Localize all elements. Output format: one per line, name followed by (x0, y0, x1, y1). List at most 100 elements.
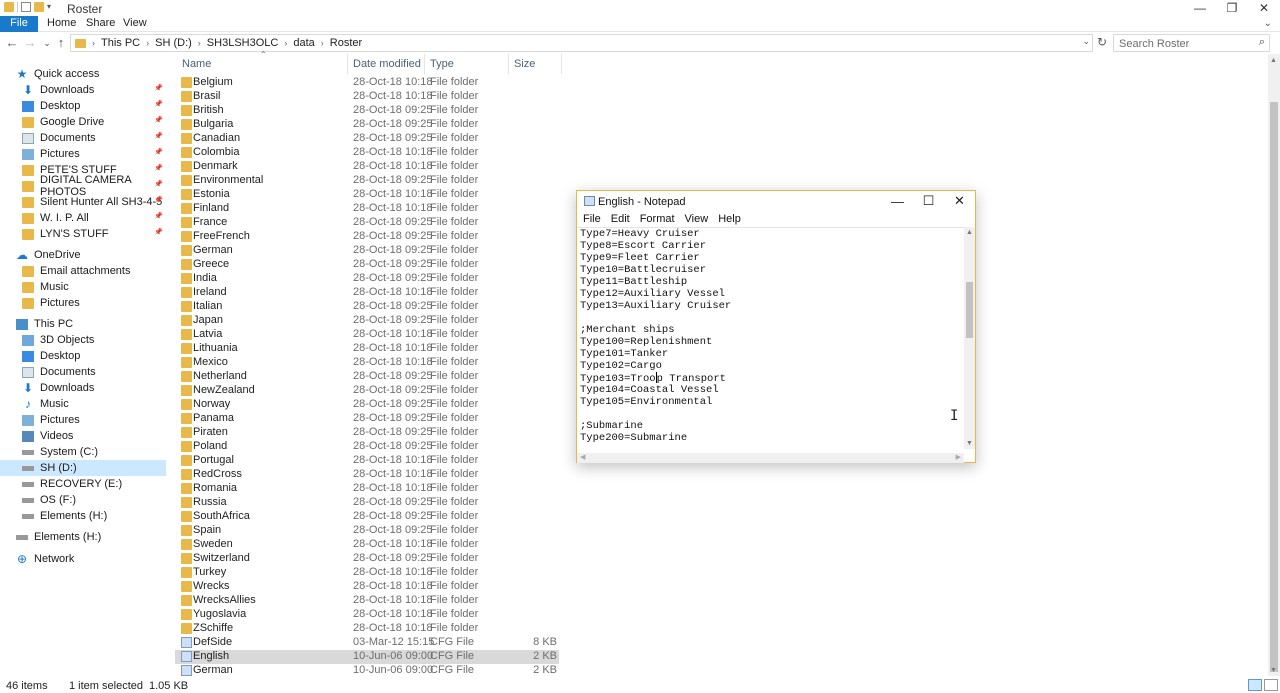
sidebar-item[interactable]: Videos (0, 428, 166, 444)
sidebar-item[interactable]: Pictures (0, 412, 166, 428)
table-row[interactable]: Canadian 28-Oct-18 09:25 File folder (175, 132, 559, 146)
breadcrumb-sh3lsh3olc[interactable]: SH3LSH3OLC (207, 37, 279, 49)
sidebar-item[interactable]: Documents 📌 (0, 130, 166, 146)
column-name[interactable]: Name (182, 58, 211, 70)
address-dropdown-icon[interactable]: ⌄ (1082, 36, 1090, 47)
table-row[interactable]: Mexico 28-Oct-18 10:18 File folder (175, 356, 559, 370)
sidebar-item[interactable]: RECOVERY (E:) (0, 476, 166, 492)
notepad-minimize-button[interactable]: — (882, 191, 913, 211)
table-row[interactable]: English 10-Jun-06 09:00 CFG File 2 KB (175, 650, 559, 664)
large-icons-view-button[interactable] (1264, 679, 1278, 691)
sidebar-item[interactable]: Elements (H:) (0, 508, 166, 524)
table-row[interactable]: FreeFrench 28-Oct-18 09:25 File folder (175, 230, 559, 244)
menu-help[interactable]: Help (718, 213, 741, 225)
table-row[interactable]: Brasil 28-Oct-18 10:18 File folder (175, 90, 559, 104)
scroll-down-icon[interactable]: ▼ (966, 440, 973, 447)
column-divider[interactable] (347, 54, 348, 74)
expand-ribbon-icon[interactable]: ⌄ (1264, 18, 1272, 29)
forward-button[interactable]: → (22, 35, 38, 51)
table-row[interactable]: Japan 28-Oct-18 09:25 File folder (175, 314, 559, 328)
sidebar-item[interactable]: ☁ OneDrive (0, 247, 166, 263)
sidebar-item[interactable]: DIGITAL CAMERA PHOTOS 📌 (0, 174, 166, 198)
breadcrumb-roster[interactable]: Roster (330, 37, 362, 49)
sidebar-item[interactable]: ⬇ Downloads (0, 380, 166, 396)
table-row[interactable]: Netherland 28-Oct-18 09:25 File folder (175, 370, 559, 384)
address-bar[interactable]: › This PC › SH (D:) › SH3LSH3OLC › data … (70, 34, 1093, 52)
sidebar-item[interactable]: Documents (0, 364, 166, 380)
breadcrumb-this-pc[interactable]: This PC (101, 37, 140, 49)
maximize-button[interactable]: ❐ (1216, 0, 1248, 16)
scrollbar-thumb[interactable] (1270, 102, 1278, 672)
tab-view[interactable]: View (123, 16, 147, 32)
table-row[interactable]: Colombia 28-Oct-18 10:18 File folder (175, 146, 559, 160)
scroll-up-icon[interactable]: ▲ (966, 229, 973, 236)
table-row[interactable]: ZSchiffe 28-Oct-18 10:18 File folder (175, 622, 559, 636)
sidebar-item[interactable]: ♪ Music (0, 396, 166, 412)
sidebar-item[interactable]: ★ Quick access (0, 66, 166, 82)
minimize-button[interactable]: — (1184, 0, 1216, 16)
details-view-button[interactable] (1248, 679, 1262, 691)
notepad-maximize-button[interactable]: ☐ (913, 191, 944, 211)
breadcrumb-sh-drive[interactable]: SH (D:) (155, 37, 192, 49)
notepad-vertical-scrollbar[interactable]: ▲ ▼ (964, 227, 975, 449)
table-row[interactable]: Portugal 28-Oct-18 10:18 File folder (175, 454, 559, 468)
table-row[interactable]: Latvia 28-Oct-18 10:18 File folder (175, 328, 559, 342)
table-row[interactable]: Denmark 28-Oct-18 10:18 File folder (175, 160, 559, 174)
notepad-text-area[interactable]: Type7=Heavy Cruiser Type8=Escort Carrier T… (577, 227, 964, 455)
column-type[interactable]: Type (430, 58, 454, 70)
table-row[interactable]: Romania 28-Oct-18 10:18 File folder (175, 482, 559, 496)
table-row[interactable]: Sweden 28-Oct-18 10:18 File folder (175, 538, 559, 552)
table-row[interactable]: RedCross 28-Oct-18 10:18 File folder (175, 468, 559, 482)
table-row[interactable]: Ireland 28-Oct-18 10:18 File folder (175, 286, 559, 300)
table-row[interactable]: British 28-Oct-18 09:25 File folder (175, 104, 559, 118)
search-icon[interactable]: ⌕ (1259, 36, 1265, 49)
table-row[interactable]: Bulgaria 28-Oct-18 09:25 File folder (175, 118, 559, 132)
notepad-close-button[interactable]: ✕ (944, 191, 975, 211)
sidebar-item[interactable]: Elements (H:) (0, 529, 166, 545)
sidebar-item[interactable]: ⊕ Network (0, 551, 166, 567)
tab-file[interactable]: File (0, 16, 38, 32)
table-row[interactable]: Estonia 28-Oct-18 10:18 File folder (175, 188, 559, 202)
properties-icon[interactable] (21, 2, 31, 12)
table-row[interactable]: German 28-Oct-18 09:25 File folder (175, 244, 559, 258)
new-folder-icon[interactable] (34, 2, 44, 12)
column-date-modified[interactable]: Date modified (353, 58, 421, 70)
table-row[interactable]: Poland 28-Oct-18 09:25 File folder (175, 440, 559, 454)
notepad-window[interactable]: English - Notepad — ☐ ✕ File Edit Format… (576, 190, 976, 463)
notepad-horizontal-scrollbar[interactable]: ◀ ▶ (577, 453, 964, 463)
table-row[interactable]: Switzerland 28-Oct-18 09:25 File folder (175, 552, 559, 566)
table-row[interactable]: Spain 28-Oct-18 09:25 File folder (175, 524, 559, 538)
sidebar-item[interactable]: Email attachments (0, 263, 166, 279)
search-input[interactable]: Search Roster ⌕ (1113, 34, 1270, 52)
table-row[interactable]: SouthAfrica 28-Oct-18 09:25 File folder (175, 510, 559, 524)
sidebar-item[interactable]: 3D Objects (0, 332, 166, 348)
scrollbar-thumb[interactable] (966, 282, 973, 338)
sidebar-item[interactable]: Google Drive 📌 (0, 114, 166, 130)
table-row[interactable]: Norway 28-Oct-18 09:25 File folder (175, 398, 559, 412)
table-row[interactable]: Turkey 28-Oct-18 10:18 File folder (175, 566, 559, 580)
table-row[interactable]: Greece 28-Oct-18 09:25 File folder (175, 258, 559, 272)
table-row[interactable]: Panama 28-Oct-18 09:25 File folder (175, 412, 559, 426)
column-size[interactable]: Size (514, 58, 535, 70)
table-row[interactable]: Lithuania 28-Oct-18 10:18 File folder (175, 342, 559, 356)
table-row[interactable]: Finland 28-Oct-18 10:18 File folder (175, 202, 559, 216)
table-row[interactable]: Yugoslavia 28-Oct-18 10:18 File folder (175, 608, 559, 622)
sidebar-item[interactable]: LYN'S STUFF 📌 (0, 226, 166, 242)
breadcrumb-separator[interactable]: › (321, 38, 324, 48)
menu-file[interactable]: File (583, 213, 601, 225)
menu-view[interactable]: View (685, 213, 709, 225)
scroll-up-icon[interactable]: ▲ (1270, 57, 1277, 64)
table-row[interactable]: German 10-Jun-06 09:00 CFG File 2 KB (175, 664, 559, 678)
table-row[interactable]: Italian 28-Oct-18 09:25 File folder (175, 300, 559, 314)
close-button[interactable]: ✕ (1248, 0, 1280, 16)
sidebar-item[interactable]: Pictures 📌 (0, 146, 166, 162)
sidebar-item[interactable]: This PC (0, 316, 166, 332)
table-row[interactable]: NewZealand 28-Oct-18 09:25 File folder (175, 384, 559, 398)
column-divider[interactable] (508, 54, 509, 74)
customize-toolbar-icon[interactable]: ▾ (47, 2, 55, 12)
sidebar-item[interactable]: Music (0, 279, 166, 295)
table-row[interactable]: Belgium 28-Oct-18 10:18 File folder (175, 76, 559, 90)
file-list-scrollbar[interactable]: ▲ ▼ (1268, 54, 1280, 676)
sidebar-item[interactable]: Silent Hunter All SH3-4-5 📌 (0, 194, 166, 210)
sidebar-item[interactable]: System (C:) (0, 444, 166, 460)
